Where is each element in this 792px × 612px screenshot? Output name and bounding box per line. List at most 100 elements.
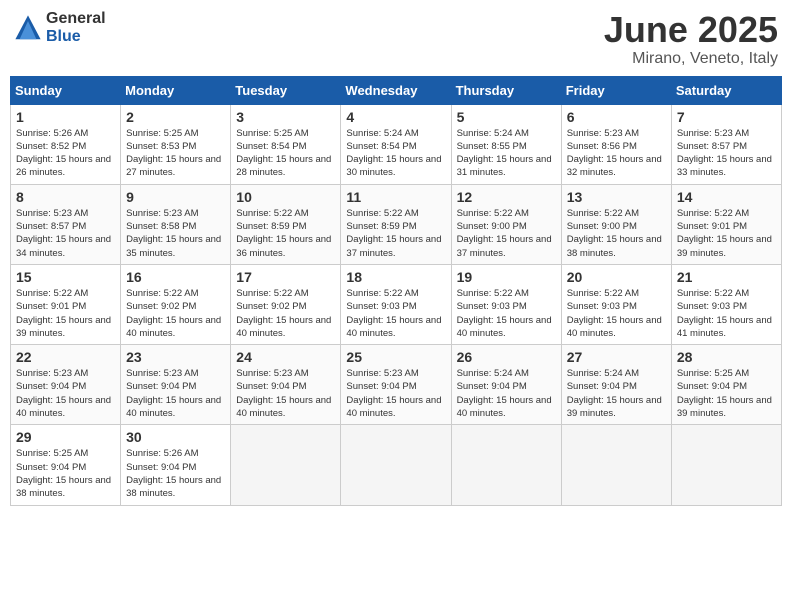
weekday-header-saturday: Saturday (671, 76, 781, 104)
day-number: 8 (16, 189, 115, 205)
day-number: 27 (567, 349, 666, 365)
weekday-header-thursday: Thursday (451, 76, 561, 104)
day-detail: Sunrise: 5:23 AMSunset: 8:58 PMDaylight:… (126, 208, 221, 259)
day-number: 22 (16, 349, 115, 365)
day-number: 6 (567, 109, 666, 125)
calendar-cell: 8 Sunrise: 5:23 AMSunset: 8:57 PMDayligh… (11, 184, 121, 264)
title-area: June 2025 Mirano, Veneto, Italy (604, 10, 778, 68)
calendar-cell: 17 Sunrise: 5:22 AMSunset: 9:02 PMDaylig… (231, 264, 341, 344)
day-number: 14 (677, 189, 776, 205)
day-number: 12 (457, 189, 556, 205)
weekday-header-tuesday: Tuesday (231, 76, 341, 104)
calendar-cell (671, 425, 781, 505)
day-detail: Sunrise: 5:24 AMSunset: 8:54 PMDaylight:… (346, 128, 441, 179)
day-detail: Sunrise: 5:25 AMSunset: 9:04 PMDaylight:… (677, 368, 772, 419)
calendar-cell: 28 Sunrise: 5:25 AMSunset: 9:04 PMDaylig… (671, 345, 781, 425)
day-detail: Sunrise: 5:22 AMSunset: 9:00 PMDaylight:… (457, 208, 552, 259)
day-detail: Sunrise: 5:23 AMSunset: 8:57 PMDaylight:… (16, 208, 111, 259)
calendar-title: June 2025 (604, 10, 778, 50)
calendar-cell: 30 Sunrise: 5:26 AMSunset: 9:04 PMDaylig… (121, 425, 231, 505)
day-detail: Sunrise: 5:22 AMSunset: 9:03 PMDaylight:… (346, 288, 441, 339)
day-number: 21 (677, 269, 776, 285)
day-number: 16 (126, 269, 225, 285)
weekday-header-friday: Friday (561, 76, 671, 104)
calendar-cell: 9 Sunrise: 5:23 AMSunset: 8:58 PMDayligh… (121, 184, 231, 264)
day-number: 11 (346, 189, 445, 205)
calendar-cell: 3 Sunrise: 5:25 AMSunset: 8:54 PMDayligh… (231, 104, 341, 184)
day-number: 4 (346, 109, 445, 125)
day-detail: Sunrise: 5:23 AMSunset: 9:04 PMDaylight:… (236, 368, 331, 419)
day-detail: Sunrise: 5:25 AMSunset: 9:04 PMDaylight:… (16, 448, 111, 499)
calendar-cell: 18 Sunrise: 5:22 AMSunset: 9:03 PMDaylig… (341, 264, 451, 344)
week-row-3: 15 Sunrise: 5:22 AMSunset: 9:01 PMDaylig… (11, 264, 782, 344)
calendar-cell: 16 Sunrise: 5:22 AMSunset: 9:02 PMDaylig… (121, 264, 231, 344)
calendar-cell: 2 Sunrise: 5:25 AMSunset: 8:53 PMDayligh… (121, 104, 231, 184)
logo: General Blue (14, 10, 106, 45)
day-detail: Sunrise: 5:24 AMSunset: 9:04 PMDaylight:… (567, 368, 662, 419)
calendar-cell: 10 Sunrise: 5:22 AMSunset: 8:59 PMDaylig… (231, 184, 341, 264)
day-number: 9 (126, 189, 225, 205)
day-number: 15 (16, 269, 115, 285)
day-detail: Sunrise: 5:23 AMSunset: 9:04 PMDaylight:… (346, 368, 441, 419)
day-number: 17 (236, 269, 335, 285)
day-number: 3 (236, 109, 335, 125)
day-number: 23 (126, 349, 225, 365)
day-detail: Sunrise: 5:22 AMSunset: 9:02 PMDaylight:… (126, 288, 221, 339)
calendar-cell: 6 Sunrise: 5:23 AMSunset: 8:56 PMDayligh… (561, 104, 671, 184)
logo-general: General (46, 10, 106, 27)
calendar-cell: 26 Sunrise: 5:24 AMSunset: 9:04 PMDaylig… (451, 345, 561, 425)
day-detail: Sunrise: 5:25 AMSunset: 8:53 PMDaylight:… (126, 128, 221, 179)
day-detail: Sunrise: 5:22 AMSunset: 9:03 PMDaylight:… (677, 288, 772, 339)
calendar-cell: 7 Sunrise: 5:23 AMSunset: 8:57 PMDayligh… (671, 104, 781, 184)
week-row-5: 29 Sunrise: 5:25 AMSunset: 9:04 PMDaylig… (11, 425, 782, 505)
day-detail: Sunrise: 5:24 AMSunset: 9:04 PMDaylight:… (457, 368, 552, 419)
logo-blue: Blue (46, 28, 81, 45)
weekday-header-wednesday: Wednesday (341, 76, 451, 104)
calendar-cell: 13 Sunrise: 5:22 AMSunset: 9:00 PMDaylig… (561, 184, 671, 264)
calendar-cell: 19 Sunrise: 5:22 AMSunset: 9:03 PMDaylig… (451, 264, 561, 344)
calendar-cell: 5 Sunrise: 5:24 AMSunset: 8:55 PMDayligh… (451, 104, 561, 184)
day-number: 20 (567, 269, 666, 285)
weekday-header-sunday: Sunday (11, 76, 121, 104)
day-detail: Sunrise: 5:22 AMSunset: 9:00 PMDaylight:… (567, 208, 662, 259)
day-detail: Sunrise: 5:22 AMSunset: 9:03 PMDaylight:… (567, 288, 662, 339)
calendar-table: SundayMondayTuesdayWednesdayThursdayFrid… (10, 76, 782, 506)
day-detail: Sunrise: 5:22 AMSunset: 9:03 PMDaylight:… (457, 288, 552, 339)
day-number: 1 (16, 109, 115, 125)
calendar-cell (561, 425, 671, 505)
calendar-cell (451, 425, 561, 505)
day-detail: Sunrise: 5:24 AMSunset: 8:55 PMDaylight:… (457, 128, 552, 179)
week-row-2: 8 Sunrise: 5:23 AMSunset: 8:57 PMDayligh… (11, 184, 782, 264)
calendar-cell: 22 Sunrise: 5:23 AMSunset: 9:04 PMDaylig… (11, 345, 121, 425)
calendar-cell: 14 Sunrise: 5:22 AMSunset: 9:01 PMDaylig… (671, 184, 781, 264)
logo-icon (14, 14, 42, 42)
header: General Blue June 2025 Mirano, Veneto, I… (10, 10, 782, 68)
weekday-header-monday: Monday (121, 76, 231, 104)
calendar-cell: 25 Sunrise: 5:23 AMSunset: 9:04 PMDaylig… (341, 345, 451, 425)
calendar-cell: 11 Sunrise: 5:22 AMSunset: 8:59 PMDaylig… (341, 184, 451, 264)
week-row-4: 22 Sunrise: 5:23 AMSunset: 9:04 PMDaylig… (11, 345, 782, 425)
day-number: 13 (567, 189, 666, 205)
day-detail: Sunrise: 5:22 AMSunset: 9:01 PMDaylight:… (677, 208, 772, 259)
day-number: 10 (236, 189, 335, 205)
day-number: 26 (457, 349, 556, 365)
day-number: 18 (346, 269, 445, 285)
header-row: SundayMondayTuesdayWednesdayThursdayFrid… (11, 76, 782, 104)
calendar-cell: 27 Sunrise: 5:24 AMSunset: 9:04 PMDaylig… (561, 345, 671, 425)
day-detail: Sunrise: 5:22 AMSunset: 8:59 PMDaylight:… (346, 208, 441, 259)
calendar-cell: 12 Sunrise: 5:22 AMSunset: 9:00 PMDaylig… (451, 184, 561, 264)
day-number: 28 (677, 349, 776, 365)
week-row-1: 1 Sunrise: 5:26 AMSunset: 8:52 PMDayligh… (11, 104, 782, 184)
calendar-cell (341, 425, 451, 505)
day-detail: Sunrise: 5:22 AMSunset: 8:59 PMDaylight:… (236, 208, 331, 259)
day-number: 24 (236, 349, 335, 365)
day-detail: Sunrise: 5:23 AMSunset: 8:56 PMDaylight:… (567, 128, 662, 179)
day-detail: Sunrise: 5:26 AMSunset: 8:52 PMDaylight:… (16, 128, 111, 179)
calendar-cell: 21 Sunrise: 5:22 AMSunset: 9:03 PMDaylig… (671, 264, 781, 344)
day-detail: Sunrise: 5:23 AMSunset: 9:04 PMDaylight:… (16, 368, 111, 419)
day-number: 2 (126, 109, 225, 125)
day-detail: Sunrise: 5:23 AMSunset: 9:04 PMDaylight:… (126, 368, 221, 419)
day-detail: Sunrise: 5:26 AMSunset: 9:04 PMDaylight:… (126, 448, 221, 499)
calendar-cell: 23 Sunrise: 5:23 AMSunset: 9:04 PMDaylig… (121, 345, 231, 425)
calendar-subtitle: Mirano, Veneto, Italy (604, 50, 778, 68)
